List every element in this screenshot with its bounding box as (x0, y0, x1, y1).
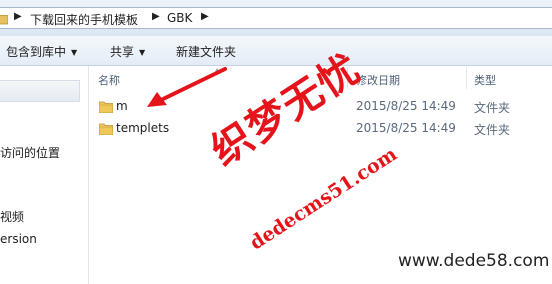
dropdown-caret-icon: ▼ (139, 48, 146, 57)
breadcrumb-arrow-icon[interactable]: ▶ (152, 11, 160, 22)
file-date: 2015/8/25 14:49 (356, 121, 456, 135)
red-arrow-icon (145, 66, 229, 115)
new-folder-button[interactable]: 新建文件夹 (176, 43, 236, 60)
nav-item-recent-places[interactable]: 访问的位置 (0, 144, 60, 161)
include-in-library-label: 包含到库中 (6, 45, 67, 59)
nav-item-version[interactable]: ersion (0, 232, 37, 246)
watermark-url: dedecms51.com (246, 143, 402, 255)
command-toolbar: 包含到库中 ▼ 共享 ▼ 新建文件夹 (0, 36, 552, 66)
file-date: 2015/8/25 14:49 (356, 99, 456, 113)
nav-item-selected[interactable] (0, 80, 80, 102)
include-in-library-button[interactable]: 包含到库中 ▼ (6, 43, 77, 60)
breadcrumb-arrow-icon[interactable]: ▶ (201, 11, 209, 22)
breadcrumb-arrow-icon[interactable]: ▶ (14, 11, 22, 22)
file-type: 文件夹 (474, 101, 511, 115)
column-header-name[interactable]: 名称 (98, 72, 120, 88)
breadcrumb-item-download-templates[interactable]: 下载回来的手机模板 (30, 11, 138, 28)
address-bar: ▶ 下载回来的手机模板 ▶ GBK ▶ (0, 0, 552, 36)
navigation-pane: 访问的位置 视频 ersion (0, 66, 89, 284)
column-divider[interactable] (466, 67, 467, 89)
file-name: m (116, 99, 128, 113)
column-header-type[interactable]: 类型 (474, 72, 496, 88)
file-name: templets (116, 121, 170, 135)
folder-icon (0, 11, 9, 28)
share-button[interactable]: 共享 ▼ (110, 43, 145, 60)
address-box[interactable]: ▶ 下载回来的手机模板 ▶ GBK ▶ (0, 7, 552, 29)
site-url-text: www.dede58.com (398, 251, 550, 271)
file-row-templets[interactable]: templets 2015/8/25 14:49 文件夹 (96, 119, 552, 139)
dropdown-caret-icon: ▼ (71, 48, 78, 57)
folder-icon (98, 122, 114, 138)
new-folder-label: 新建文件夹 (176, 45, 237, 59)
file-type: 文件夹 (474, 123, 511, 137)
share-label: 共享 (110, 45, 135, 59)
breadcrumb-item-gbk[interactable]: GBK (167, 11, 192, 25)
nav-item-videos[interactable]: 视频 (0, 208, 24, 225)
folder-icon (98, 100, 114, 116)
